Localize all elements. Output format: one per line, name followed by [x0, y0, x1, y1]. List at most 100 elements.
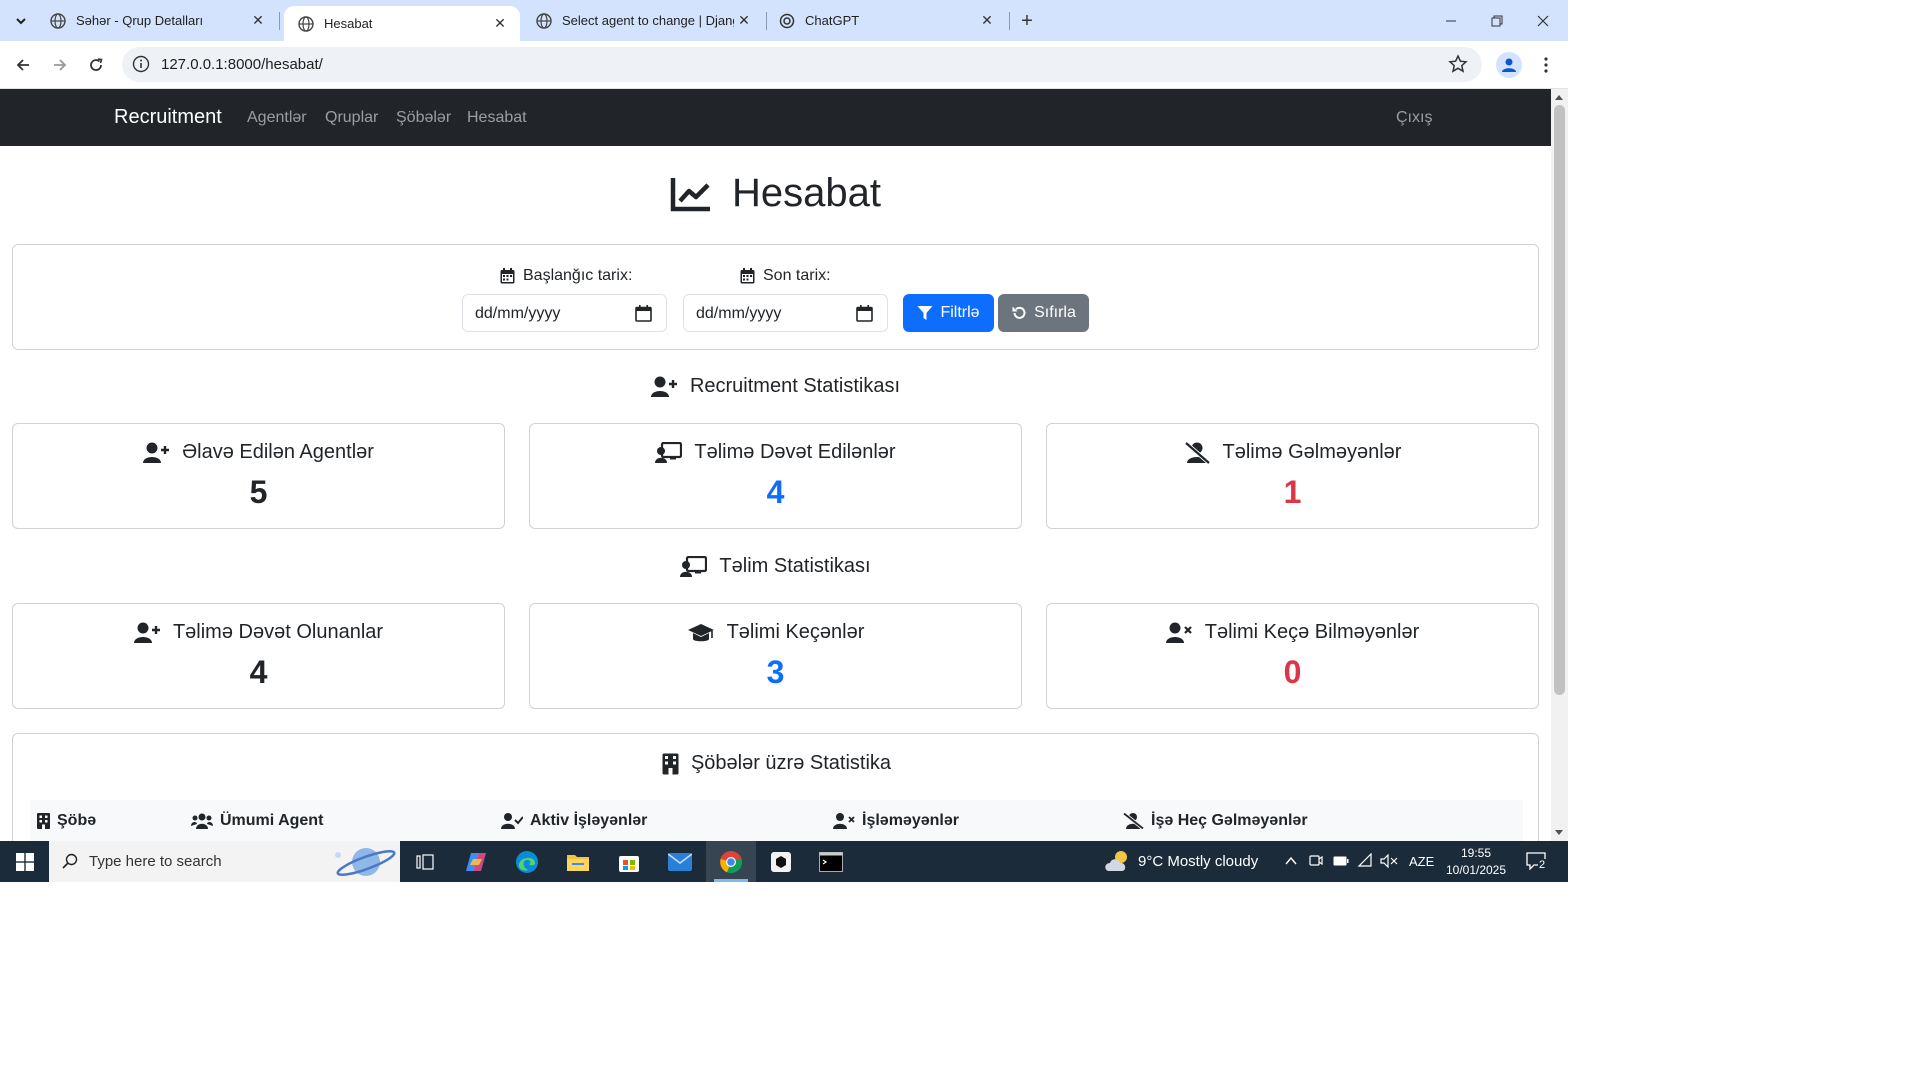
close-icon[interactable]: ✕ — [977, 11, 997, 31]
edge-button[interactable] — [502, 841, 552, 882]
column-header-never-showed[interactable]: İşə Heç Gəlməyənlər — [1123, 812, 1308, 830]
chevron-up-icon[interactable] — [1284, 854, 1298, 868]
column-header-department[interactable]: Şöbə — [37, 812, 96, 830]
mail-icon — [668, 852, 692, 871]
taskbar-search-box[interactable]: Type here to search — [49, 841, 400, 882]
stat-card-passed-training: Təlimi Keçənlər 3 — [529, 603, 1022, 709]
task-view-button[interactable] — [400, 841, 450, 882]
bookmark-star-icon[interactable] — [1448, 54, 1468, 74]
column-header-not-working[interactable]: İşləməyənlər — [833, 812, 959, 830]
reset-button[interactable]: Sıfırla — [998, 294, 1089, 332]
column-header-active-workers[interactable]: Aktiv İşləyənlər — [501, 812, 647, 830]
navbar-brand[interactable]: Recruitment — [114, 106, 222, 129]
browser-tab[interactable]: Select agent to change | Django ✕ — [522, 0, 764, 41]
chalkboard-teacher-icon — [655, 441, 683, 463]
stat-value: 3 — [766, 654, 785, 690]
calendar-picker-icon[interactable] — [635, 305, 652, 322]
restore-button[interactable] — [1474, 0, 1520, 41]
store-button[interactable] — [604, 841, 654, 882]
taskbar-clock[interactable]: 19:55 10/01/2025 — [1440, 845, 1512, 879]
nav-link-departments[interactable]: Şöbələr — [396, 109, 451, 127]
windows-taskbar: Type here to search 9°C Mostly cloudy AZ… — [0, 841, 1568, 882]
nav-link-groups[interactable]: Qruplar — [325, 109, 378, 127]
new-tab-button[interactable]: + — [1016, 10, 1038, 32]
user-check-icon — [501, 813, 523, 829]
file-explorer-button[interactable] — [553, 841, 603, 882]
filter-icon — [917, 306, 933, 320]
scroll-down-arrow-icon[interactable] — [1555, 830, 1563, 835]
globe-icon — [536, 12, 552, 29]
chrome-icon — [720, 850, 743, 873]
forward-button[interactable] — [46, 51, 74, 79]
tab-search-button[interactable] — [8, 8, 34, 34]
start-date-input[interactable]: dd/mm/yyyy — [462, 294, 667, 332]
chrome-button[interactable] — [706, 841, 756, 882]
filter-card: Başlanğıc tarix: dd/mm/yyyy Son tarix: d… — [12, 244, 1539, 350]
url-text[interactable]: 127.0.0.1:8000/hesabat/ — [161, 56, 323, 73]
profile-button[interactable] — [1496, 52, 1522, 78]
mail-button[interactable] — [655, 841, 705, 882]
end-date-input[interactable]: dd/mm/yyyy — [683, 294, 888, 332]
stat-label: Təlimə Gəlməyənlər — [1222, 441, 1402, 463]
close-window-button[interactable] — [1520, 0, 1566, 41]
address-bar[interactable]: 127.0.0.1:8000/hesabat/ — [122, 47, 1482, 82]
building-icon — [37, 813, 50, 829]
nav-link-agents[interactable]: Agentlər — [247, 109, 307, 127]
weather-cloud-icon[interactable] — [1104, 849, 1132, 873]
chart-line-icon — [670, 177, 710, 211]
stat-label: Təlimə Dəvət Olunanlar — [172, 621, 384, 643]
battery-icon[interactable] — [1333, 855, 1349, 867]
tab-title: ChatGPT — [805, 13, 860, 28]
column-header-total-agents[interactable]: Ümumi Agent — [191, 812, 323, 830]
page-title-text: Hesabat — [732, 171, 881, 215]
copilot-icon — [466, 852, 486, 871]
tab-title: Hesabat — [324, 16, 373, 31]
reload-button[interactable] — [82, 51, 110, 79]
logout-link[interactable]: Çıxış — [1396, 109, 1432, 127]
tab-divider — [279, 12, 280, 30]
close-icon[interactable]: ✕ — [490, 14, 510, 34]
restore-icon — [1491, 15, 1503, 26]
start-button[interactable] — [0, 841, 49, 882]
nav-link-report[interactable]: Hesabat — [467, 109, 527, 127]
stat-value: 1 — [1283, 474, 1302, 510]
end-date-placeholder: dd/mm/yyyy — [696, 305, 782, 322]
terminal-button[interactable] — [806, 841, 856, 882]
meet-now-icon[interactable] — [1309, 854, 1323, 869]
filter-button[interactable]: Filtrlə — [903, 294, 994, 332]
user-slash-icon — [1123, 813, 1144, 829]
page-scrollbar[interactable] — [1551, 89, 1568, 841]
browser-tab[interactable]: Səhər - Qrup Detalları ✕ — [36, 0, 278, 41]
weather-text[interactable]: 9°C Mostly cloudy — [1138, 853, 1258, 870]
calendar-picker-icon[interactable] — [856, 305, 873, 322]
close-icon[interactable]: ✕ — [734, 11, 754, 31]
stat-card-added-agents: Əlavə Edilən Agentlər 5 — [12, 423, 505, 529]
notification-center-button[interactable]: 2 — [1524, 850, 1552, 874]
tab-title: Səhər - Qrup Detalları — [76, 13, 204, 28]
department-table-header: Şöbə Ümumi Agent Aktiv İşləyənlər İşləmə… — [30, 800, 1523, 841]
scroll-up-arrow-icon[interactable] — [1555, 95, 1563, 100]
site-info-icon[interactable] — [132, 55, 150, 73]
stat-label: Təlimi Keçə Bilməyənlər — [1204, 621, 1420, 643]
browser-tab-active[interactable]: Hesabat ✕ — [284, 6, 520, 41]
browser-toolbar: 127.0.0.1:8000/hesabat/ — [0, 41, 1568, 89]
minimize-icon — [1446, 20, 1456, 21]
recruitment-section-title: Recruitment Statistikası — [0, 375, 1551, 398]
browser-tab[interactable]: ChatGPT ✕ — [765, 0, 1007, 41]
start-date-placeholder: dd/mm/yyyy — [475, 305, 561, 322]
back-button[interactable] — [9, 51, 37, 79]
browser-tab-bar: Səhər - Qrup Detalları ✕ Hesabat ✕ Selec… — [0, 0, 1568, 41]
stat-label: Əlavə Edilən Agentlər — [182, 441, 374, 463]
minimize-button[interactable] — [1428, 0, 1474, 41]
app-button[interactable] — [756, 841, 806, 882]
speaker-muted-icon[interactable] — [1380, 854, 1398, 868]
copilot-button[interactable] — [451, 841, 501, 882]
user-xmark-icon — [833, 813, 855, 829]
close-icon[interactable]: ✕ — [248, 11, 268, 31]
search-placeholder: Type here to search — [89, 853, 222, 870]
browser-menu-button[interactable] — [1535, 53, 1557, 77]
wifi-icon[interactable] — [1357, 853, 1373, 867]
scrollbar-thumb[interactable] — [1554, 105, 1565, 695]
user-plus-icon — [143, 442, 170, 463]
input-language[interactable]: AZE — [1409, 854, 1434, 869]
